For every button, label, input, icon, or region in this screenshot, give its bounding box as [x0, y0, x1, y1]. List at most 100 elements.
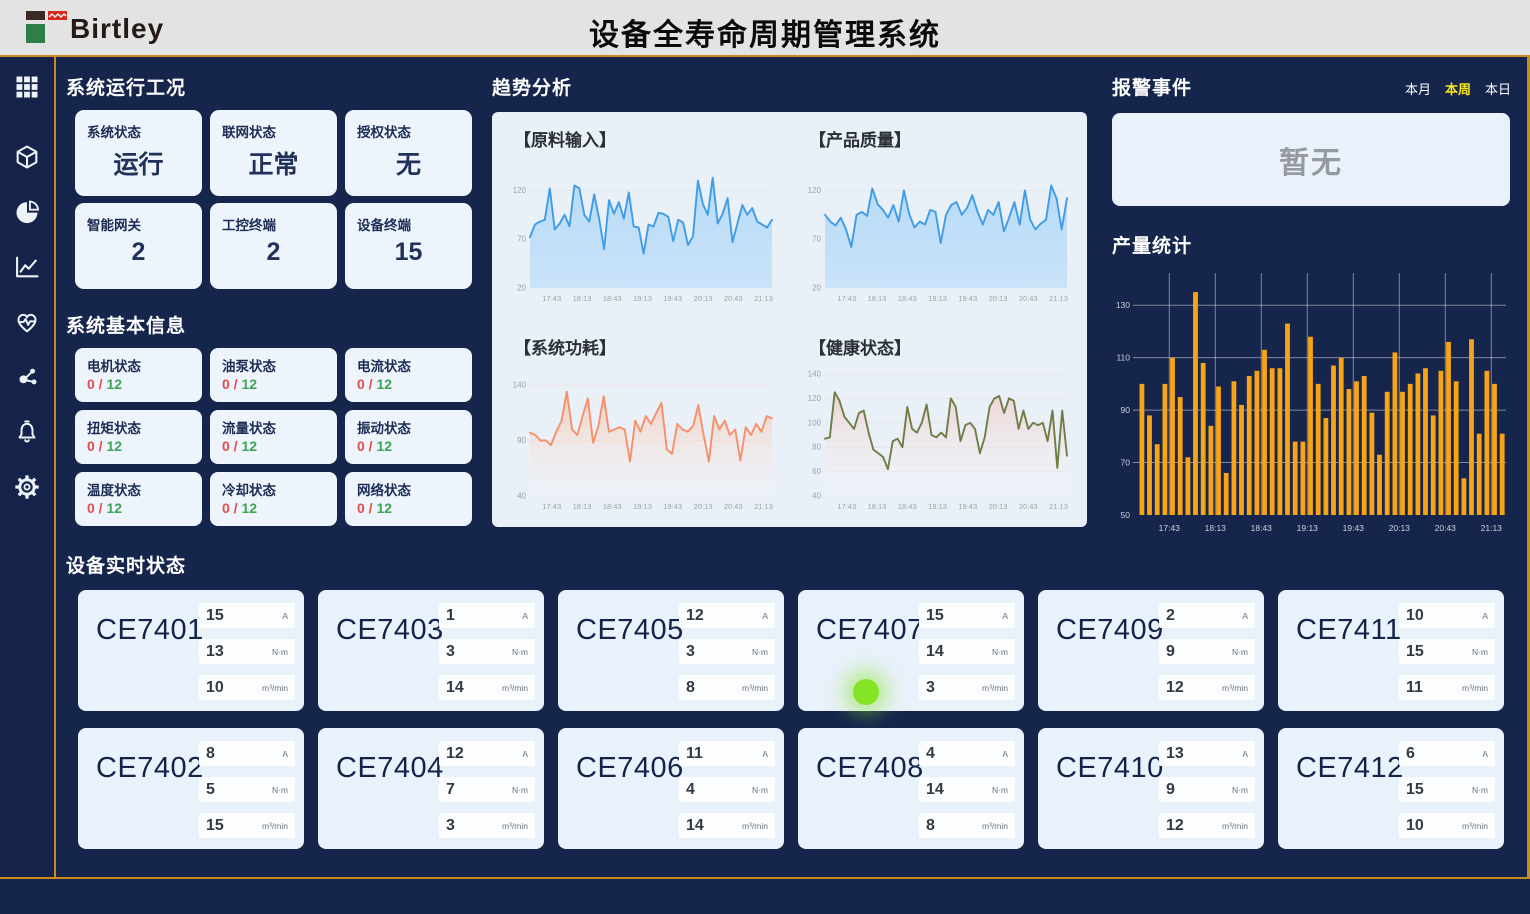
device-metrics: 11A 4N·m 14m³/min [679, 741, 775, 849]
device-card-ce7405[interactable]: CE7405 12A 3N·m 8m³/min [558, 590, 784, 711]
svg-text:19:43: 19:43 [1343, 523, 1365, 533]
metric-value: 12 [1166, 679, 1184, 697]
tab-this-week[interactable]: 本周 [1445, 79, 1471, 98]
svg-text:100: 100 [808, 418, 822, 427]
unit-label: N·m [1232, 785, 1248, 795]
tab-today[interactable]: 本日 [1485, 79, 1511, 98]
device-card-ce7407[interactable]: CE7407 15A 14N·m 3m³/min [798, 590, 1024, 711]
status-card-value: 运行 [87, 145, 190, 181]
metric-value: 14 [446, 679, 464, 697]
device-card-ce7402[interactable]: CE7402 8A 5N·m 15m³/min [78, 728, 304, 849]
info-card-label: 流量状态 [222, 417, 325, 437]
unit-label: N·m [272, 647, 288, 657]
metric-row: 8m³/min [919, 813, 1015, 838]
metric-value: 1 [446, 607, 455, 625]
svg-text:20:43: 20:43 [1019, 294, 1038, 303]
device-card-ce7404[interactable]: CE7404 12A 7N·m 3m³/min [318, 728, 544, 849]
raw-input-line-chart: 207012017:4318:1318:4319:1319:4320:1320:… [504, 158, 782, 306]
alarm-count: 0 / [357, 500, 373, 516]
total-count: 12 [376, 438, 392, 454]
bell-icon[interactable] [12, 417, 42, 447]
metric-value: 3 [446, 643, 455, 661]
device-card-ce7410[interactable]: CE7410 13A 9N·m 12m³/min [1038, 728, 1264, 849]
alarm-count: 0 / [87, 438, 103, 454]
device-card-ce7401[interactable]: CE7401 15A 13N·m 10m³/min [78, 590, 304, 711]
unit-label: A [1242, 749, 1248, 759]
main-content: 系统运行工况 系统状态运行 联网状态正常 授权状态无 智能网关2 工控终端2 设… [56, 57, 1527, 877]
chart-title: 【健康状态】 [809, 334, 911, 359]
device-metrics: 12A 7N·m 3m³/min [439, 741, 535, 849]
health-pulse-icon[interactable] [12, 307, 42, 337]
metric-value: 10 [1406, 817, 1424, 835]
device-name: CE7409 [1056, 614, 1164, 647]
device-metrics: 10A 15N·m 11m³/min [1399, 603, 1495, 711]
device-name: CE7401 [96, 614, 204, 647]
trend-chart-health-status: 【健康状态】 40608010012014017:4318:1318:4319:… [797, 326, 1082, 524]
metric-value: 15 [206, 607, 224, 625]
svg-text:17:43: 17:43 [542, 294, 561, 303]
svg-text:21:13: 21:13 [1481, 523, 1503, 533]
metric-value: 3 [926, 679, 935, 697]
info-card-count: 0 / 12 [222, 500, 325, 516]
unit-label: N·m [1232, 647, 1248, 657]
metric-row: 8 m³/min [679, 675, 775, 700]
network-nodes-icon[interactable] [12, 362, 42, 392]
metric-value: 3 [686, 643, 695, 661]
cube-3d-icon[interactable] [12, 142, 42, 172]
metric-row: 15A [919, 603, 1015, 628]
metric-row: 10m³/min [1399, 813, 1495, 838]
device-card-ce7411[interactable]: CE7411 10A 15N·m 11m³/min [1278, 590, 1504, 711]
svg-text:18:43: 18:43 [603, 294, 622, 303]
production-chart-wrap: 17:4318:1318:4319:1319:4320:1320:4321:13… [1108, 263, 1514, 539]
health-status-line-chart: 40608010012014017:4318:1318:4319:1319:43… [799, 366, 1077, 514]
gear-icon[interactable] [12, 472, 42, 502]
total-count: 12 [241, 376, 257, 392]
metric-row: 10m³/min [199, 675, 295, 700]
line-chart-icon[interactable] [12, 252, 42, 282]
unit-label: A [1482, 749, 1488, 759]
device-card-ce7408[interactable]: CE7408 4A 14N·m 8m³/min [798, 728, 1024, 849]
device-metrics: 1A 3N·m 14m³/min [439, 603, 535, 711]
metric-value: 4 [686, 781, 695, 799]
device-card-ce7409[interactable]: CE7409 2A 9N·m 12m³/min [1038, 590, 1264, 711]
svg-text:18:13: 18:13 [868, 502, 887, 511]
chart-title: 【产品质量】 [809, 126, 911, 151]
svg-text:18:13: 18:13 [573, 294, 592, 303]
unit-label: m³/min [742, 683, 768, 693]
metric-row: 5N·m [199, 777, 295, 802]
metric-row: 14m³/min [679, 813, 775, 838]
svg-text:120: 120 [808, 186, 822, 195]
svg-text:20: 20 [517, 284, 526, 293]
svg-text:19:43: 19:43 [663, 502, 682, 511]
status-card-value: 正常 [222, 145, 325, 181]
device-card-ce7406[interactable]: CE7406 11A 4N·m 14m³/min [558, 728, 784, 849]
svg-text:21:13: 21:13 [754, 294, 773, 303]
device-name: CE7402 [96, 752, 204, 785]
unit-label: A [522, 749, 528, 759]
unit-label: A [1002, 749, 1008, 759]
svg-text:18:43: 18:43 [898, 294, 917, 303]
metric-row: 9N·m [1159, 777, 1255, 802]
device-card-ce7412[interactable]: CE7412 6A 15N·m 10m³/min [1278, 728, 1504, 849]
metric-value: 12 [446, 745, 464, 763]
svg-text:140: 140 [808, 370, 822, 379]
device-metrics: 8A 5N·m 15m³/min [199, 741, 295, 849]
trend-chart-product-quality: 【产品质量】 207012017:4318:1318:4319:1319:432… [797, 118, 1082, 316]
apps-grid-icon[interactable] [12, 72, 42, 102]
info-card-count: 0 / 12 [222, 438, 325, 454]
unit-label: A [762, 611, 768, 621]
metric-value: 8 [686, 679, 695, 697]
device-card-ce7403[interactable]: CE7403 1A 3N·m 14m³/min [318, 590, 544, 711]
info-card-count: 0 / 12 [357, 500, 460, 516]
metric-row: 12m³/min [1159, 813, 1255, 838]
device-grid: CE7401 15A 13N·m 10m³/min CE7403 1A 3N·m… [78, 590, 1504, 849]
bottom-footer [0, 879, 1530, 914]
tab-this-month[interactable]: 本月 [1405, 79, 1431, 98]
svg-text:19:13: 19:13 [928, 502, 947, 511]
metric-row: 3N·m [439, 639, 535, 664]
pie-chart-icon[interactable] [12, 197, 42, 227]
section-title-production: 产量统计 [1112, 231, 1192, 258]
total-count: 12 [106, 376, 122, 392]
chart-title: 【原料输入】 [514, 126, 616, 151]
metric-value: 15 [206, 817, 224, 835]
